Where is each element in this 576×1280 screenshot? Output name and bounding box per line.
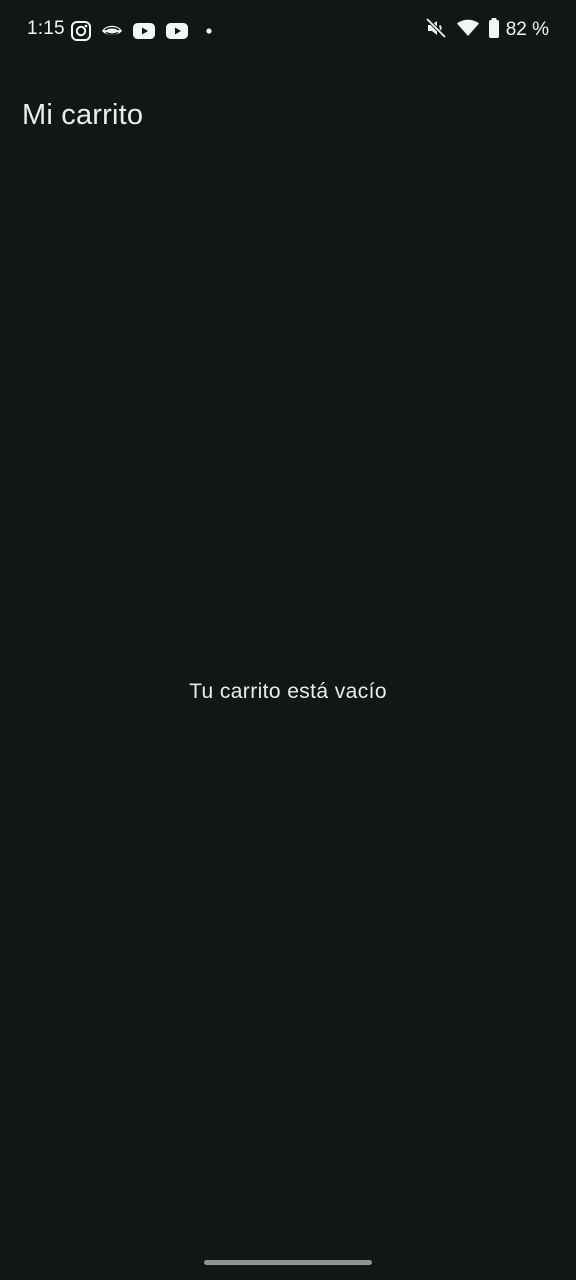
- notification-icons: [70, 19, 220, 43]
- system-icons: 82 %: [424, 16, 549, 45]
- status-bar: 1:15 82 %: [0, 0, 576, 62]
- gesture-nav-handle[interactable]: [204, 1260, 372, 1265]
- instagram-icon: [70, 20, 92, 42]
- youtube-icon: [132, 20, 156, 42]
- page-title: Mi carrito: [22, 99, 144, 132]
- youtube-icon: [165, 20, 189, 42]
- empty-cart-message: Tu carrito está vacío: [189, 680, 387, 703]
- more-dot-icon: [198, 20, 220, 42]
- battery-icon: [488, 17, 500, 44]
- status-time: 1:15: [27, 18, 65, 39]
- wifi-icon: [456, 17, 480, 44]
- battery-percent: 82 %: [505, 19, 549, 40]
- mute-icon: [424, 16, 448, 45]
- app-eye-icon: [101, 20, 123, 42]
